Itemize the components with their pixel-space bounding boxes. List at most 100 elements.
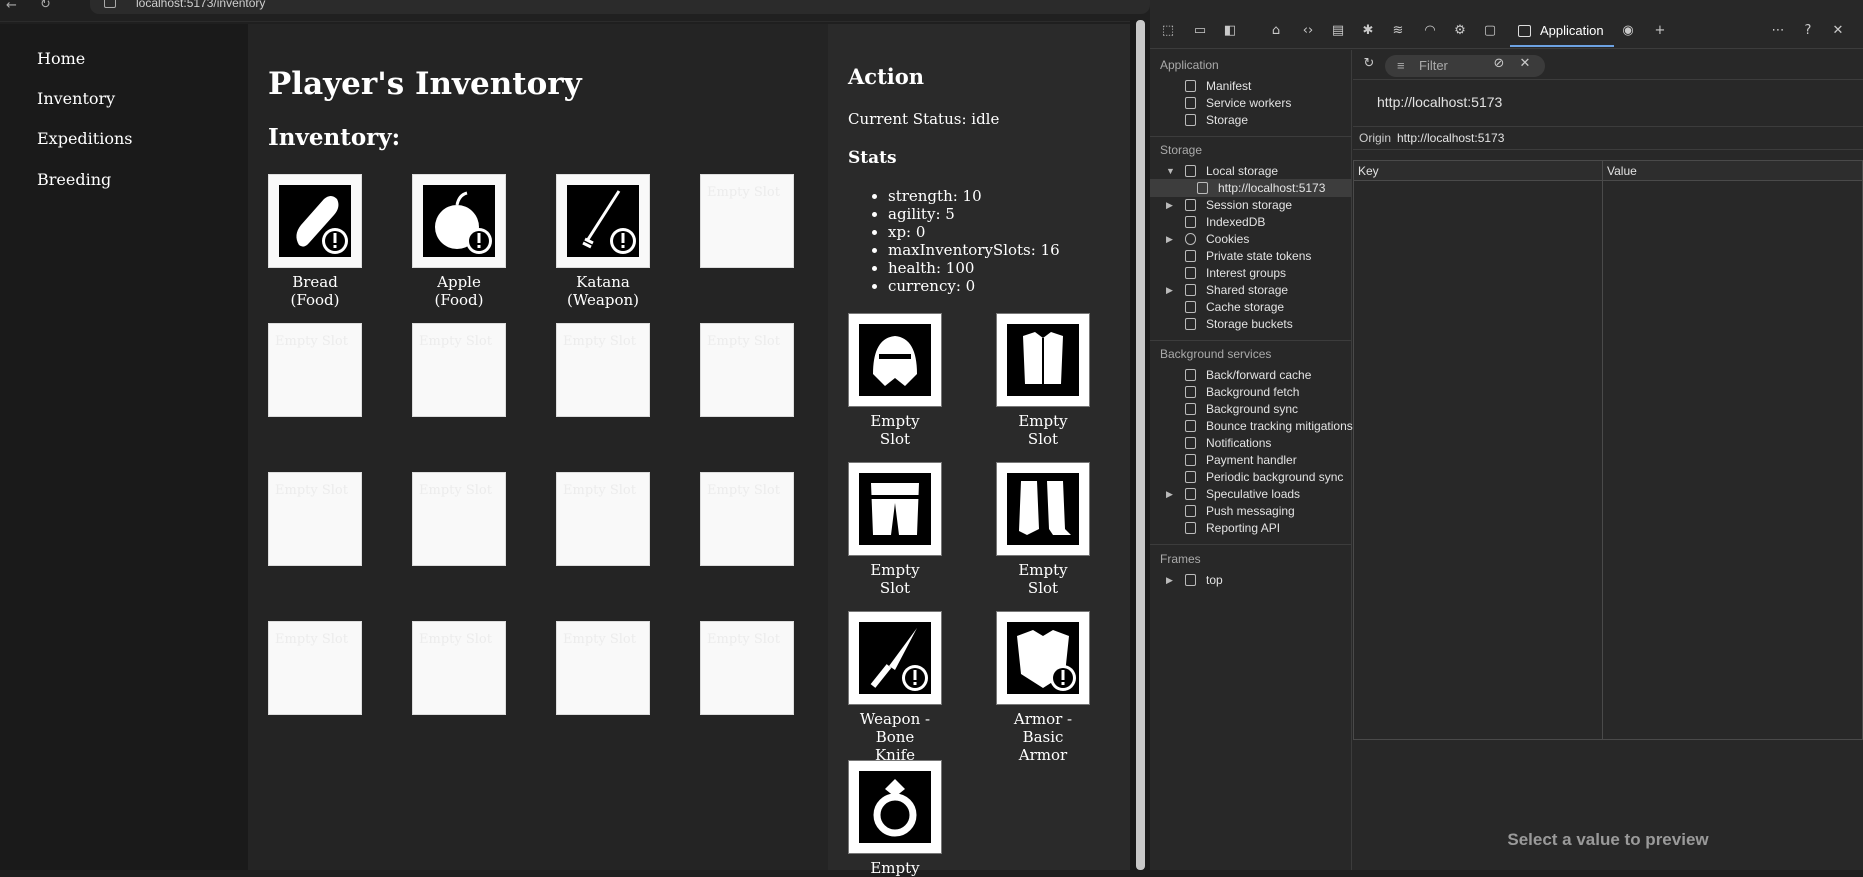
item-frame-top[interactable]: ▶ top: [1150, 571, 1352, 589]
section-background-services: Background services: [1160, 347, 1272, 361]
bg-service-label: Periodic background sync: [1206, 470, 1344, 484]
bg-service-item[interactable]: ▶ Speculative loads: [1150, 485, 1352, 503]
inventory-slot[interactable]: Empty Slot: [556, 472, 650, 566]
inventory-slot[interactable]: [268, 174, 362, 268]
collapsed-arrow-icon[interactable]: ▶: [1166, 196, 1173, 214]
item-storage[interactable]: Storage: [1150, 111, 1352, 129]
empty-slot-label: Empty Slot: [419, 632, 492, 647]
collapsed-arrow-icon[interactable]: ▶: [1166, 485, 1173, 503]
home-icon[interactable]: ⌂: [1268, 23, 1284, 39]
scroll-thumb[interactable]: [1136, 20, 1145, 870]
close-icon[interactable]: ✕: [1830, 23, 1846, 39]
bg-service-item[interactable]: Push messaging: [1150, 502, 1352, 520]
bg-service-item[interactable]: Background fetch: [1150, 383, 1352, 401]
app-icon[interactable]: ▢: [1482, 23, 1498, 39]
collapsed-arrow-icon[interactable]: ▶: [1166, 230, 1173, 248]
address-bar[interactable]: localhost:5173/inventory: [90, 0, 1150, 14]
item-private-state-tokens[interactable]: Private state tokens: [1150, 247, 1352, 265]
more-icon[interactable]: ⋯: [1770, 23, 1786, 39]
item-session-storage[interactable]: ▶ Session storage: [1150, 196, 1352, 214]
inventory-panel: Player's Inventory Inventory: Bread (Foo…: [248, 24, 828, 870]
bug-icon[interactable]: ✱: [1360, 23, 1376, 39]
item-indexeddb[interactable]: IndexedDB: [1150, 213, 1352, 231]
page-scrollbar[interactable]: [1130, 20, 1150, 870]
nav-home[interactable]: Home: [37, 49, 85, 68]
cookie-icon: [1185, 233, 1196, 245]
bg-service-item[interactable]: Payment handler: [1150, 451, 1352, 469]
collapsed-arrow-icon[interactable]: ▶: [1166, 571, 1173, 589]
inventory-slot[interactable]: Empty Slot: [556, 323, 650, 417]
col-value[interactable]: Value: [1607, 164, 1637, 178]
item-interest-groups[interactable]: Interest groups: [1150, 264, 1352, 282]
inventory-slot[interactable]: Empty Slot: [700, 323, 794, 417]
equipment-slot[interactable]: [996, 611, 1090, 705]
inventory-slot[interactable]: Empty Slot: [700, 472, 794, 566]
refresh-icon[interactable]: ↻: [1361, 56, 1377, 72]
expanded-arrow-icon[interactable]: ▼: [1166, 162, 1175, 180]
tab-application[interactable]: Application: [1510, 17, 1614, 47]
inventory-slot[interactable]: Empty Slot: [268, 621, 362, 715]
bg-service-item[interactable]: Notifications: [1150, 434, 1352, 452]
equipment-label: Empty Slot: [1018, 412, 1068, 448]
back-arrow-icon[interactable]: ←: [6, 0, 17, 13]
equipment-slot[interactable]: [996, 313, 1090, 407]
equipment-slot[interactable]: [848, 313, 942, 407]
equipment-label: Empty Slot: [870, 561, 920, 597]
help-icon[interactable]: ?: [1800, 23, 1816, 39]
device-icon[interactable]: ▭: [1192, 23, 1208, 39]
nav-expeditions[interactable]: Expeditions: [37, 129, 132, 148]
item-local-storage[interactable]: ▼ Local storage: [1150, 162, 1352, 180]
equipment-label: Empty Slot: [870, 412, 920, 448]
bg-service-item[interactable]: Bounce tracking mitigations: [1150, 417, 1353, 435]
devtools-toolbar: ⬚ ▭ ◧ ⌂ ‹› ▤ ✱ ≋ ◠ ⚙ ▢ Application ◉ + ⋯…: [1150, 15, 1863, 49]
sync-icon: [1185, 403, 1196, 415]
equipment-slot[interactable]: [848, 611, 942, 705]
record-icon[interactable]: ◉: [1620, 23, 1636, 39]
item-service-workers[interactable]: Service workers: [1150, 94, 1352, 112]
bg-service-item[interactable]: Back/forward cache: [1150, 366, 1352, 384]
performance-icon[interactable]: ◠: [1422, 23, 1438, 39]
inventory-slot[interactable]: Empty Slot: [412, 472, 506, 566]
item-manifest[interactable]: Manifest: [1150, 77, 1352, 95]
reload-icon[interactable]: ↻: [40, 0, 51, 12]
network-icon[interactable]: ≋: [1390, 23, 1406, 39]
bg-service-item[interactable]: Reporting API: [1150, 519, 1352, 537]
bg-service-label: Back/forward cache: [1206, 368, 1312, 382]
empty-slot-label: Empty Slot: [275, 334, 348, 349]
inventory-slot[interactable]: [556, 174, 650, 268]
inventory-slot[interactable]: Empty Slot: [700, 174, 794, 268]
inventory-slot[interactable]: Empty Slot: [268, 323, 362, 417]
inventory-slot[interactable]: Empty Slot: [556, 621, 650, 715]
table-header: Key Value: [1354, 161, 1862, 181]
equipment-slot[interactable]: [848, 462, 942, 556]
item-shared-storage[interactable]: ▶ Shared storage: [1150, 281, 1352, 299]
item-cookies[interactable]: ▶ Cookies: [1150, 230, 1352, 248]
leg-armor-icon: [859, 473, 931, 545]
clear-all-icon[interactable]: ⊘: [1491, 56, 1507, 72]
collapsed-arrow-icon[interactable]: ▶: [1166, 281, 1173, 299]
bg-service-label: Push messaging: [1206, 504, 1295, 518]
item-cache-storage[interactable]: Cache storage: [1150, 298, 1352, 316]
inspect-icon[interactable]: ⬚: [1160, 23, 1176, 39]
col-key[interactable]: Key: [1358, 164, 1379, 178]
equipment-slot[interactable]: [848, 760, 942, 854]
inventory-slot[interactable]: Empty Slot: [412, 621, 506, 715]
inventory-slot[interactable]: Empty Slot: [700, 621, 794, 715]
console-icon[interactable]: ▤: [1330, 23, 1346, 39]
inventory-slot[interactable]: Empty Slot: [268, 472, 362, 566]
item-storage-buckets[interactable]: Storage buckets: [1150, 315, 1352, 333]
delete-selected-icon[interactable]: ✕: [1517, 56, 1533, 72]
dock-icon[interactable]: ◧: [1222, 23, 1238, 39]
inventory-slot[interactable]: Empty Slot: [412, 323, 506, 417]
settings-icon[interactable]: ⚙: [1452, 23, 1468, 39]
elements-icon[interactable]: ‹›: [1300, 23, 1316, 39]
equipment-slot[interactable]: [996, 462, 1090, 556]
bg-service-item[interactable]: Periodic background sync: [1150, 468, 1352, 486]
nav-inventory[interactable]: Inventory: [37, 89, 115, 108]
inventory-slot[interactable]: [412, 174, 506, 268]
bg-service-item[interactable]: Background sync: [1150, 400, 1352, 418]
add-tab-icon[interactable]: +: [1652, 23, 1668, 39]
nav-breeding[interactable]: Breeding: [37, 170, 111, 189]
empty-slot-label: Empty Slot: [707, 632, 780, 647]
item-local-storage-origin[interactable]: http://localhost:5173: [1150, 179, 1352, 197]
